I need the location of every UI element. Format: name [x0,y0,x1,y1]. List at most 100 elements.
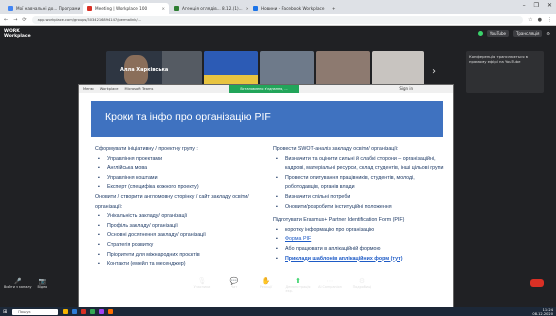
menu-icon[interactable]: ⋮ [547,17,552,23]
star-icon[interactable]: ☆ [528,17,532,23]
bullet-item: коротку інформацію про організацію [273,226,449,236]
sign-in-link[interactable]: Sign in [399,85,413,93]
new-tab-button[interactable]: + [328,3,340,14]
window-controls: – ❐ ✕ [523,2,552,9]
toolbar-label: Чат [230,285,238,289]
section-heading: Підготувати Erasmus+ Partner Identificat… [273,217,405,224]
browser-tab[interactable]: Агенція оглядів... 8.12.(1)... × [170,3,248,14]
shared-tab[interactable]: Workplace [100,87,119,91]
toolbar-label: Учасники [193,285,211,289]
bullet-item: Стратегія розвитку [95,241,263,251]
ai-companion-icon: ⋯ [326,277,334,285]
tab-favicon-icon [87,6,92,11]
youtube-button[interactable]: YouTube [486,30,509,37]
toolbar-label: Демонстрація екр. [285,285,311,293]
minimize-icon[interactable]: – [523,2,526,9]
mute-button[interactable]: 🎤 Вийти з каналу [4,278,31,289]
slide-title: Кроки та інфо про організацію PIF [105,111,271,123]
windows-start-icon[interactable]: ⊞ [3,309,7,315]
taskbar-app-icon[interactable] [81,309,87,314]
bullet-item: Експерт (специфіка кожного проекту) [95,183,263,193]
browser-tab[interactable]: Мої навчальні до... Програми Е...× [4,3,82,14]
bottom-left-controls: 🎤 Вийти з каналу 📷 Відео [4,278,47,289]
sharing-status-bar: Встановлено з'єднання, ... [229,85,299,93]
browser-tab-bar: Мої навчальні до... Програми Е...×Meetin… [0,0,556,14]
video-icon: 📷 [38,278,47,285]
taskbar-clock[interactable]: 11:24 08.12.2020 [532,308,553,316]
reactions-button[interactable]: ✋ Реакції [254,277,278,293]
settings-icon[interactable]: ⚙ [546,31,550,36]
taskbar-app-icon[interactable] [90,309,96,314]
chat-icon: 💬 [229,277,239,285]
reload-icon[interactable]: ⟳ [22,17,26,23]
bullet-item: Визначити спільні потреби [273,193,449,203]
shared-tab[interactable]: Меню [83,87,94,91]
tab-label: Новини - Facebook Workplace [261,6,325,11]
share-screen-icon: ⬆ [295,277,301,285]
maximize-icon[interactable]: ❐ [534,2,539,9]
taskbar-app-icon[interactable] [99,309,105,314]
section-heading: Оновити / створити англомовну сторінку /… [95,193,249,210]
screen: Мої навчальні до... Програми Е...×Meetin… [0,0,556,316]
close-tab-icon[interactable]: × [158,6,165,11]
participants-icon: 🎙 [197,277,207,285]
close-tab-icon[interactable]: × [243,6,248,11]
chat-button[interactable]: 💬 Чат [222,277,246,293]
bullet-item: Провести опитування працівників, студент… [273,174,449,193]
bullet-item: Контакти (емейл та месенджер) [95,260,263,270]
bullet-item: Унікальність закладу/ організації [95,212,263,222]
toolbar-label: Реакції [259,285,273,289]
reactions-icon: ✋ [261,277,271,285]
templates-link[interactable]: Приклади шаблонів аплікаційних форм (тут… [273,255,449,265]
slide-left-column: Сформувати ініціативну / проектну групу … [95,145,263,270]
participant-name: Алла Харківська [120,67,169,73]
tab-favicon-icon [253,6,258,11]
address-bar: ← → ⟳ app.workplace.com/groups/303421689… [0,14,556,26]
tab-favicon-icon [8,6,13,11]
taskbar-app-icon[interactable] [63,309,69,314]
live-indicator-icon [477,31,483,36]
share-screen-button[interactable]: ⬆ Демонстрація екр. [285,277,311,293]
next-participants-icon[interactable]: › [428,65,440,79]
top-right-controls: YouTube Трансляція ⚙ [477,30,550,37]
video-button[interactable]: 📷 Відео [37,278,47,289]
back-icon[interactable]: ← [4,17,8,23]
details-button[interactable]: ⚙ Подробиці [350,277,374,293]
toolbar-label: AI Companion [318,285,342,289]
tab-favicon-icon [174,6,179,11]
browser-tab[interactable]: Meeting | Workplace 100 × [83,3,169,14]
details-icon: ⚙ [358,277,366,285]
browser-tab[interactable]: Новини - Facebook Workplace× [249,3,327,14]
toolbar-label: Подробиці [352,285,372,289]
section-heading: Сформувати ініціативну / проектну групу … [95,146,198,152]
leave-call-button[interactable] [530,279,544,287]
taskbar-app-icon[interactable] [72,309,78,314]
forward-icon[interactable]: → [13,17,17,23]
slide-header: Кроки та інфо про організацію PIF [91,101,443,137]
bullet-item: Профіль закладу/ організації [95,222,263,232]
transmission-button[interactable]: Трансляція [512,30,543,37]
close-window-icon[interactable]: ✕ [547,2,552,9]
close-tab-icon[interactable]: × [324,6,327,11]
tab-label: Meeting | Workplace 100 [95,6,148,11]
flag-blue [204,51,258,75]
section-heading: Провести SWOT-аналіз закладу освіти/ орг… [273,146,399,152]
bullet-item: Або працювати в аплікаційній формою [273,245,449,255]
taskbar-search-input[interactable]: Пошук [12,308,59,315]
taskbar-app-icon[interactable] [108,309,114,314]
bullet-item: Англійська мова [95,164,263,174]
bullet-item: Управління проектами [95,155,263,165]
url-field[interactable]: app.workplace.com/groups/3034216894147/p… [31,15,524,24]
tab-label: Мої навчальні до... Програми Е... [16,6,82,11]
mute-icon: 🎤 [13,278,22,285]
pif-form-link[interactable]: Форма PIF [273,235,449,245]
control-label: Відео [37,285,48,289]
ai-companion-button[interactable]: ⋯ AI Companion [318,277,342,293]
shared-tab[interactable]: Microsoft Teams [124,87,153,91]
workplace-logo[interactable]: WORK Workplace [4,29,31,39]
profile-icon[interactable]: ● [538,17,542,23]
meeting-toolbar: 🎙 Учасники 💬 Чат ✋ Реакції ⬆ Демонстрація екр. ⋯… [190,277,374,293]
control-label: Вийти з каналу [4,285,32,289]
participants-button[interactable]: 🎙 Учасники [190,277,214,293]
broadcast-info-panel: Конференція транслюється в прямому ефірі… [466,51,544,93]
